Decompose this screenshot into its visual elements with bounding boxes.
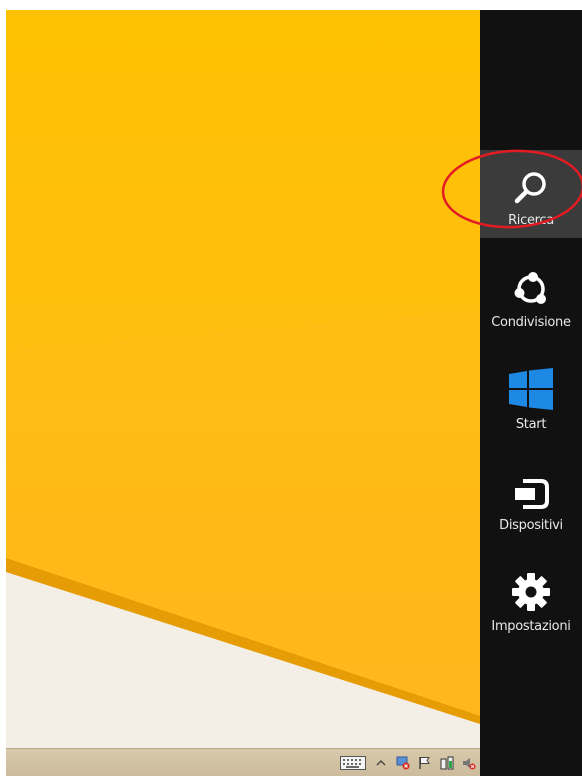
charm-devices-label: Dispositivi: [499, 518, 563, 533]
search-icon: [513, 160, 549, 206]
wallpaper-shapes: [6, 10, 480, 748]
share-icon: [511, 262, 551, 308]
charm-settings-label: Impostazioni: [491, 619, 571, 634]
power-icon[interactable]: [440, 756, 454, 770]
action-center-flag-icon[interactable]: [418, 756, 432, 770]
show-hidden-icons-chevron[interactable]: [374, 756, 388, 770]
charm-share-label: Condivisione: [491, 315, 571, 330]
charm-start-label: Start: [515, 417, 547, 432]
charm-settings[interactable]: Impostazioni: [480, 556, 582, 644]
wallpaper-light-area: [6, 570, 480, 748]
network-error-icon[interactable]: [396, 756, 410, 770]
windows-logo-icon: [509, 364, 553, 410]
devices-icon: [513, 465, 549, 511]
screen: Ricerca Condivisione Start Dispositivi I…: [6, 10, 582, 776]
settings-gear-icon: [511, 566, 551, 612]
volume-muted-icon[interactable]: [462, 756, 476, 770]
wallpaper-highlight: [6, 10, 480, 350]
charm-devices[interactable]: Dispositivi: [480, 455, 582, 543]
charms-bar: Ricerca Condivisione Start Dispositivi I…: [480, 10, 582, 776]
charm-start[interactable]: Start: [480, 354, 582, 442]
keyboard-icon[interactable]: [340, 756, 366, 770]
desktop-wallpaper: [6, 10, 480, 748]
charm-search-label: Ricerca: [508, 213, 554, 228]
charm-share[interactable]: Condivisione: [480, 252, 582, 340]
taskbar: [6, 748, 480, 776]
charm-search[interactable]: Ricerca: [480, 150, 582, 238]
system-tray: [340, 749, 476, 776]
